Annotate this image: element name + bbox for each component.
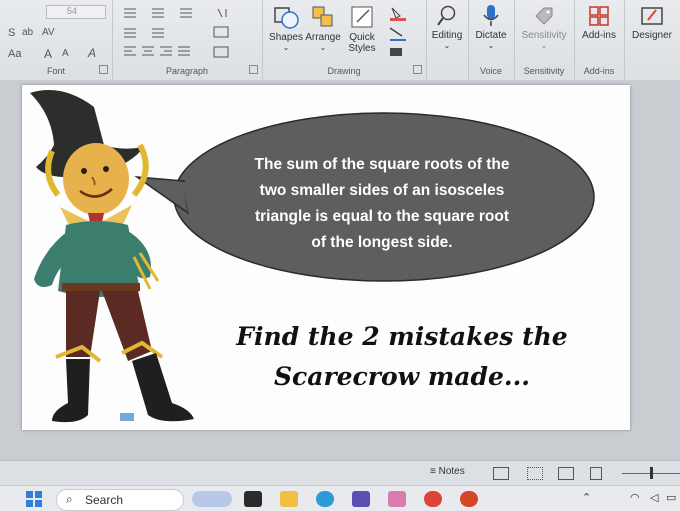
normal-view-icon[interactable] (493, 467, 509, 480)
notes-button[interactable]: ≡ Notes (430, 466, 465, 477)
task-view-icon[interactable] (244, 491, 262, 507)
designer-label: Designer (631, 30, 673, 41)
voice-group: Dictate ⌄ Voice (468, 0, 515, 80)
paragraph-dialog-launcher-icon[interactable] (249, 65, 258, 74)
edge-browser-icon[interactable] (316, 491, 334, 507)
snipping-tool-icon[interactable] (388, 491, 406, 507)
headline-line-2: Scarecrow made... (274, 362, 530, 391)
chrome-icon[interactable] (424, 491, 442, 507)
shapes-label: Shapes (269, 32, 303, 43)
search-icon: ⌕ (66, 492, 73, 506)
font-dialog-launcher-icon[interactable] (99, 65, 108, 74)
slide-headline[interactable]: Find the 2 mistakes the Scarecrow made..… (202, 317, 602, 397)
slideshow-icon[interactable] (590, 467, 602, 480)
addins-label: Add-ins (582, 30, 616, 41)
font-size-box[interactable]: 54 (46, 5, 106, 19)
change-case-button[interactable]: Aa (8, 48, 21, 60)
drawing-dialog-launcher-icon[interactable] (413, 65, 422, 74)
reading-view-icon[interactable] (558, 467, 574, 480)
sensitivity-group: Sensitivity ⌄ Sensitivity (514, 0, 575, 80)
widgets-icon[interactable] (192, 491, 232, 507)
taskbar: ⌕ Search ⌃ ◠ ◁ ▭ (0, 485, 680, 511)
quick-styles-icon (351, 6, 373, 28)
sensitivity-button[interactable]: Sensitivity ⌄ (516, 4, 572, 50)
sensitivity-group-label: Sensitivity (523, 66, 565, 76)
slide-canvas: The sum of the square roots of the two s… (0, 80, 680, 460)
search-icon (437, 5, 456, 26)
arrange-icon (312, 6, 333, 27)
windows-start-icon[interactable] (26, 491, 42, 507)
quick-styles-label-1: Quick (349, 32, 375, 43)
quick-styles-button[interactable]: Quick Styles (344, 4, 380, 54)
drawing-group-label: Drawing (327, 66, 361, 76)
shrink-font-button[interactable]: A (62, 48, 69, 59)
addins-grid-icon (589, 6, 609, 26)
voice-group-label: Voice (479, 66, 503, 76)
zoom-slider-thumb[interactable] (650, 467, 653, 479)
shapes-icon (274, 7, 299, 29)
strikethrough-button[interactable]: S (8, 27, 15, 39)
sensitivity-tag-icon (535, 7, 553, 25)
chevron-up-icon[interactable]: ⌃ (582, 491, 591, 504)
slide[interactable]: The sum of the square roots of the two s… (22, 85, 630, 430)
dictate-button[interactable]: Dictate ⌄ (470, 4, 512, 50)
notes-label: Notes (438, 466, 465, 477)
addins-group-label: Add-ins (583, 66, 615, 76)
editing-group: Editing ⌄ (426, 0, 469, 80)
bubble-line-4: of the longest side. (311, 234, 453, 251)
change-case-label: Aa (8, 48, 22, 60)
quick-styles-label-2: Styles (348, 43, 376, 54)
shrink-font-label: A (62, 48, 69, 59)
font-size-value: 54 (67, 6, 78, 16)
speech-bubble-text[interactable]: The sum of the square roots of the two s… (222, 152, 542, 256)
taskbar-search[interactable]: ⌕ Search (56, 489, 184, 511)
designer-button[interactable]: Designer (626, 4, 678, 41)
font-group-label: Font (46, 66, 65, 76)
microphone-icon (483, 5, 499, 26)
taskbar-search-label: Search (85, 493, 124, 507)
subscript-icon[interactable]: ab (22, 27, 33, 38)
addins-button[interactable]: Add-ins (576, 4, 622, 41)
scarecrow-illustration (30, 90, 194, 423)
sensitivity-label: Sensitivity (521, 30, 567, 41)
arrange-label: Arrange (305, 32, 341, 43)
shapes-button[interactable]: Shapes ⌄ (268, 4, 304, 52)
dictate-label: Dictate (475, 30, 507, 41)
slide-sorter-icon[interactable] (527, 467, 543, 480)
editing-button[interactable]: Editing ⌄ (428, 4, 466, 50)
arrange-button[interactable]: Arrange ⌄ (304, 4, 342, 52)
wifi-icon[interactable]: ◠ (630, 491, 640, 504)
designer-icon (641, 7, 663, 25)
grow-font-label: A (44, 47, 53, 61)
bubble-line-2: two smaller sides of an isosceles (259, 182, 505, 199)
paragraph-group: Paragraph (112, 0, 263, 80)
shape-format-icons[interactable] (386, 4, 416, 60)
paragraph-group-label: Paragraph (165, 66, 209, 76)
grow-font-button[interactable]: A (44, 47, 52, 61)
powerpoint-icon[interactable] (460, 491, 478, 507)
notes-icon: ≡ (430, 466, 436, 477)
status-bar: ≡ Notes (0, 460, 680, 486)
store-icon[interactable] (352, 491, 370, 507)
addins-group: Add-ins Add-ins (574, 0, 625, 80)
paragraph-tools-icon[interactable] (122, 5, 242, 61)
ribbon: 54 S ab AV Aa A A A Font Paragraph Shape… (0, 0, 680, 81)
char-spacing-icon[interactable]: AV (42, 27, 55, 38)
editing-label: Editing (431, 30, 463, 41)
battery-icon[interactable]: ▭ (666, 491, 676, 504)
headline-line-1: Find the 2 mistakes the (236, 322, 568, 351)
bubble-line-3: triangle is equal to the square root (254, 208, 510, 225)
drawing-group: Shapes ⌄ Arrange ⌄ Quick Styles Drawing (262, 0, 427, 80)
bubble-line-1: The sum of the square roots of the (254, 156, 510, 173)
font-group: 54 S ab AV Aa A A A Font (0, 0, 113, 80)
clear-formatting-icon[interactable]: A (88, 46, 96, 60)
file-explorer-icon[interactable] (280, 491, 298, 507)
volume-icon[interactable]: ◁ (650, 491, 658, 504)
